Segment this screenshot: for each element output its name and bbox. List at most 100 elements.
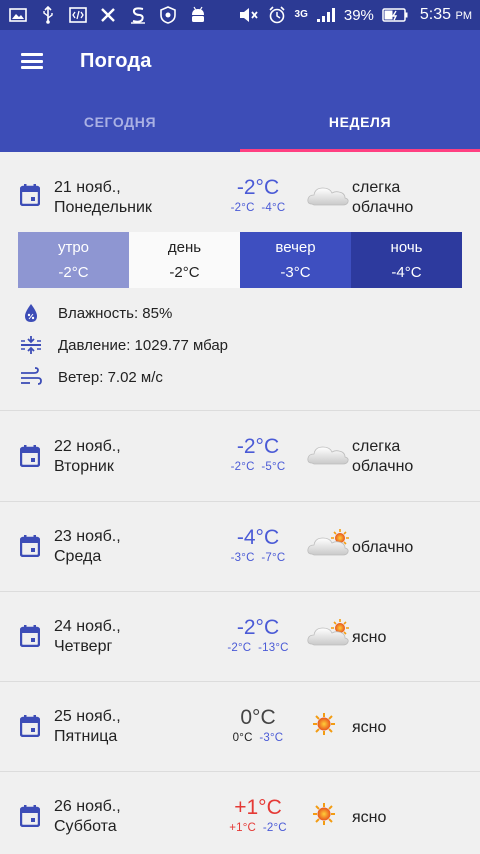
day-date: 26 нояб.,	[54, 798, 121, 815]
day-temp-low: -4°C	[261, 202, 286, 214]
day-date: 21 нояб.,	[54, 179, 121, 196]
calendar-icon	[20, 805, 40, 827]
day-temp: -4°C	[236, 526, 280, 549]
menu-button[interactable]	[0, 30, 64, 92]
day-temp-low: -3°C	[259, 732, 284, 744]
day-temp-high: -3°C	[230, 552, 255, 564]
part-temp: -3°C	[280, 264, 311, 281]
day-condition-2: облачно	[352, 199, 414, 216]
day-row[interactable]: 25 нояб., Пятница 0°C 0°C -3°C ясно	[0, 682, 480, 772]
tools-icon	[98, 6, 118, 24]
part-temp: -4°C	[391, 264, 422, 281]
day-row[interactable]: 24 нояб., Четверг -2°C -2°C -13°C ясно	[0, 592, 480, 682]
battery-percent: 39%	[343, 6, 374, 24]
calendar-icon	[20, 184, 40, 206]
part-temp: -2°C	[58, 264, 89, 281]
part-temp: -2°C	[169, 264, 200, 281]
humidity-text: Влажность: 85%	[58, 304, 173, 322]
hamburger-icon	[21, 53, 43, 69]
day-row[interactable]: 23 нояб., Среда -4°C -3°C -7°C облачно	[0, 502, 480, 592]
part-evening: вечер -3°C	[240, 232, 351, 288]
cloud-icon	[307, 446, 349, 465]
sun-icon	[313, 803, 335, 825]
cloud-sun-icon	[307, 529, 349, 556]
sun-icon	[313, 713, 335, 735]
app-bar: Погода	[0, 30, 480, 92]
cloud-icon	[307, 187, 349, 206]
day-temp: +1°C	[234, 796, 282, 819]
calendar-icon	[20, 625, 40, 647]
part-label: вечер	[275, 239, 316, 256]
day-date: 23 нояб.,	[54, 528, 121, 545]
pressure-icon	[20, 334, 42, 356]
pressure-text: Давление: 1029.77 мбар	[58, 336, 229, 354]
day-date: 25 нояб.,	[54, 708, 121, 725]
s-app-icon	[128, 6, 148, 24]
day-temp-high: 0°C	[232, 732, 253, 744]
day-condition: ясно	[352, 719, 387, 736]
mute-icon	[239, 6, 259, 24]
day-row[interactable]: 22 нояб., Вторник -2°C -2°C -5°C слегка обл…	[0, 411, 480, 501]
calendar-icon	[20, 445, 40, 467]
day-condition: ясно	[352, 629, 387, 646]
signal-icon	[316, 6, 336, 24]
battery-charging-icon	[382, 6, 408, 24]
day-temp-low: -13°C	[258, 642, 289, 654]
status-bar: 3G 39% 5:35 PM	[0, 0, 480, 30]
wind-icon	[20, 366, 42, 388]
calendar-icon	[20, 535, 40, 557]
usb-icon	[38, 6, 58, 24]
cloud-sun-icon	[307, 619, 349, 646]
wind-text: Ветер: 7.02 м/с	[58, 368, 163, 386]
day-weekday: Суббота	[54, 818, 117, 835]
day-date: 24 нояб.,	[54, 618, 121, 635]
day-temp-low: -2°C	[262, 822, 287, 834]
day-parts: утро -2°C день -2°C вечер -3°C ночь -4°C	[18, 232, 462, 288]
humidity-row: Влажность: 85%	[20, 302, 172, 324]
day-condition-2: облачно	[352, 458, 414, 475]
week-forecast: 21 нояб., Понедельник -2°C -2°C -4°C сле…	[0, 152, 480, 854]
day-condition: слегка	[352, 179, 401, 196]
alarm-icon	[267, 6, 287, 24]
tab-week[interactable]: НЕДЕЛЯ	[240, 92, 480, 152]
shield-icon	[158, 6, 178, 24]
pressure-row: Давление: 1029.77 мбар	[20, 334, 228, 356]
day-temp-low: -5°C	[261, 461, 286, 473]
day-card-expanded[interactable]: 21 нояб., Понедельник -2°C -2°C -4°C сле…	[0, 152, 480, 410]
part-day: день -2°C	[129, 232, 240, 288]
tab-today[interactable]: СЕГОДНЯ	[0, 92, 240, 152]
code-icon	[68, 6, 88, 24]
humidity-icon	[20, 302, 42, 324]
day-weekday: Четверг	[54, 638, 113, 655]
part-night: ночь -4°C	[351, 232, 462, 288]
android-icon	[188, 6, 208, 24]
day-temp-high: +1°C	[229, 822, 257, 834]
day-condition: ясно	[352, 809, 387, 826]
part-label: день	[167, 239, 202, 256]
wind-row: Ветер: 7.02 м/с	[20, 366, 163, 388]
day-temp: -2°C	[236, 616, 280, 639]
day-temp: -2°C	[236, 435, 280, 458]
day-temp: -2°C	[236, 176, 280, 199]
part-label: ночь	[390, 239, 423, 256]
day-condition: облачно	[352, 539, 414, 556]
part-label: утро	[57, 239, 90, 256]
calendar-icon	[20, 715, 40, 737]
clock: 5:35 PM	[419, 6, 472, 23]
part-morning: утро -2°C	[18, 232, 129, 288]
day-weekday: Пятница	[54, 728, 118, 745]
network-type: 3G	[294, 9, 308, 20]
day-weekday: Среда	[54, 548, 102, 565]
day-weekday: Вторник	[54, 458, 114, 475]
day-weekday: Понедельник	[54, 199, 152, 216]
tab-bar: СЕГОДНЯ НЕДЕЛЯ	[0, 92, 480, 152]
day-row[interactable]: 26 нояб., Суббота +1°C +1°C -2°C ясно	[0, 772, 480, 854]
app-title: Погода	[80, 49, 152, 72]
image-notification-icon	[8, 6, 28, 24]
day-temp-high: -2°C	[227, 642, 252, 654]
day-temp-high: -2°C	[230, 461, 255, 473]
day-temp-high: -2°C	[230, 202, 255, 214]
day-temp: 0°C	[240, 706, 276, 729]
day-date: 22 нояб.,	[54, 438, 121, 455]
day-condition: слегка	[352, 438, 401, 455]
